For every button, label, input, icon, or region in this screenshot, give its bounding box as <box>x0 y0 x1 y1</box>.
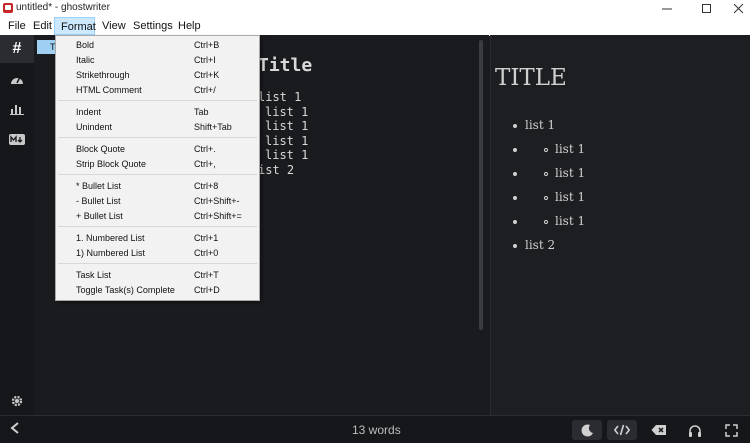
minimize-icon <box>662 8 672 9</box>
outline-button[interactable]: # <box>0 35 34 63</box>
fullscreen-icon <box>724 423 738 437</box>
word-count: 13 words <box>352 423 401 437</box>
editor-line: list 1 <box>258 90 302 104</box>
circle-marker <box>544 196 548 200</box>
ghostwriter-app-icon <box>3 3 13 13</box>
circle-marker <box>544 220 548 224</box>
settings-button[interactable] <box>0 387 34 415</box>
preview-list-item: list 1 <box>525 118 556 132</box>
menu-item-asterisk-bullet-list[interactable]: * Bullet List Ctrl+8 <box>56 179 259 194</box>
bullet-marker <box>513 172 517 176</box>
menu-settings[interactable]: Settings <box>127 17 179 35</box>
menu-item-numbered-list-period[interactable]: 1. Numbered List Ctrl+1 <box>56 231 259 246</box>
menu-separator <box>58 100 257 101</box>
menu-item-numbered-list-paren[interactable]: 1) Numbered List Ctrl+0 <box>56 246 259 261</box>
editor-line: list 1 <box>265 148 309 162</box>
preview-title: TITLE <box>495 65 567 91</box>
menu-separator <box>58 226 257 227</box>
preview-list-item: list 1 <box>555 190 586 204</box>
dark-mode-button[interactable] <box>572 420 602 440</box>
menu-item-html-comment[interactable]: HTML Comment Ctrl+/ <box>56 83 259 98</box>
menu-help[interactable]: Help <box>172 17 207 35</box>
editor-line: list 1 <box>265 133 309 148</box>
menu-bar: File Edit Format View Settings Help <box>0 17 750 36</box>
headphones-icon <box>689 424 701 437</box>
fullscreen-button[interactable] <box>716 420 746 440</box>
bullet-marker <box>513 124 517 128</box>
menu-separator <box>58 174 257 175</box>
settings-gear-icon <box>11 395 23 407</box>
menu-item-italic[interactable]: Italic Ctrl+I <box>56 53 259 68</box>
menu-item-plus-bullet-list[interactable]: + Bullet List Ctrl+Shift+= <box>56 209 259 224</box>
status-bar: 13 words <box>0 415 750 443</box>
menu-separator <box>58 137 257 138</box>
editor-line: ist 2 <box>258 162 295 177</box>
preview-list-item: list 2 <box>525 238 556 252</box>
editor-line: list 1 <box>265 119 309 133</box>
cheat-sheet-button[interactable] <box>0 125 34 153</box>
preview-list-item: list 1 <box>555 214 586 228</box>
bullet-marker <box>513 220 517 224</box>
menu-item-strip-block-quote[interactable]: Strip Block Quote Ctrl+, <box>56 157 259 172</box>
menu-item-task-list[interactable]: Task List Ctrl+T <box>56 268 259 283</box>
preview-list-item: list 1 <box>555 142 586 156</box>
hemingway-mode-button[interactable] <box>644 420 674 440</box>
format-menu: Bold Ctrl+B Italic Ctrl+I Strikethrough Ctr… <box>55 35 260 301</box>
backspace-icon <box>651 425 666 435</box>
window-title: untitled* - ghostwriter <box>16 2 110 13</box>
session-statistics-button[interactable] <box>0 65 34 93</box>
preview-list-item: list 1 <box>555 166 586 180</box>
menu-item-unindent[interactable]: Unindent Shift+Tab <box>56 120 259 135</box>
menu-item-block-quote[interactable]: Block Quote Ctrl+. <box>56 142 259 157</box>
bullet-marker <box>513 148 517 152</box>
markdown-icon <box>9 133 25 145</box>
close-icon <box>734 3 744 13</box>
code-icon <box>614 424 630 436</box>
html-preview: TITLE list 1 list 1 list 1 list 1 list 1… <box>490 35 750 415</box>
menu-item-dash-bullet-list[interactable]: - Bullet List Ctrl+Shift+- <box>56 194 259 209</box>
menu-format[interactable]: Format <box>54 17 96 35</box>
html-preview-button[interactable] <box>607 420 637 440</box>
menu-item-strikethrough[interactable]: Strikethrough Ctrl+K <box>56 68 259 83</box>
editor-heading: Title <box>258 55 313 76</box>
hash-icon: # <box>12 40 22 57</box>
maximize-button[interactable] <box>690 0 724 17</box>
circle-marker <box>544 148 548 152</box>
bullet-marker <box>513 244 517 248</box>
circle-marker <box>544 172 548 176</box>
editor-scrollbar[interactable] <box>479 40 483 330</box>
moon-icon <box>581 423 593 436</box>
menu-item-toggle-task-complete[interactable]: Toggle Task(s) Complete Ctrl+D <box>56 283 259 298</box>
dashboard-icon <box>11 76 23 84</box>
bullet-marker <box>513 196 517 200</box>
title-bar: untitled* - ghostwriter <box>0 0 750 17</box>
editor-line: list 1 <box>265 104 309 119</box>
toggle-sidebar-button[interactable] <box>10 421 20 437</box>
minimize-button[interactable] <box>650 0 684 17</box>
maximize-icon <box>702 3 711 13</box>
menu-item-indent[interactable]: Indent Tab <box>56 105 259 120</box>
audio-button[interactable] <box>680 420 710 440</box>
statistics-icon <box>10 105 24 115</box>
chevron-left-icon <box>10 422 19 434</box>
document-statistics-button[interactable] <box>0 95 34 123</box>
close-button[interactable] <box>722 0 750 17</box>
left-sidebar: # <box>0 35 34 415</box>
outline-selected-item[interactable]: T <box>37 40 56 54</box>
menu-item-bold[interactable]: Bold Ctrl+B <box>56 38 259 53</box>
menu-separator <box>58 263 257 264</box>
